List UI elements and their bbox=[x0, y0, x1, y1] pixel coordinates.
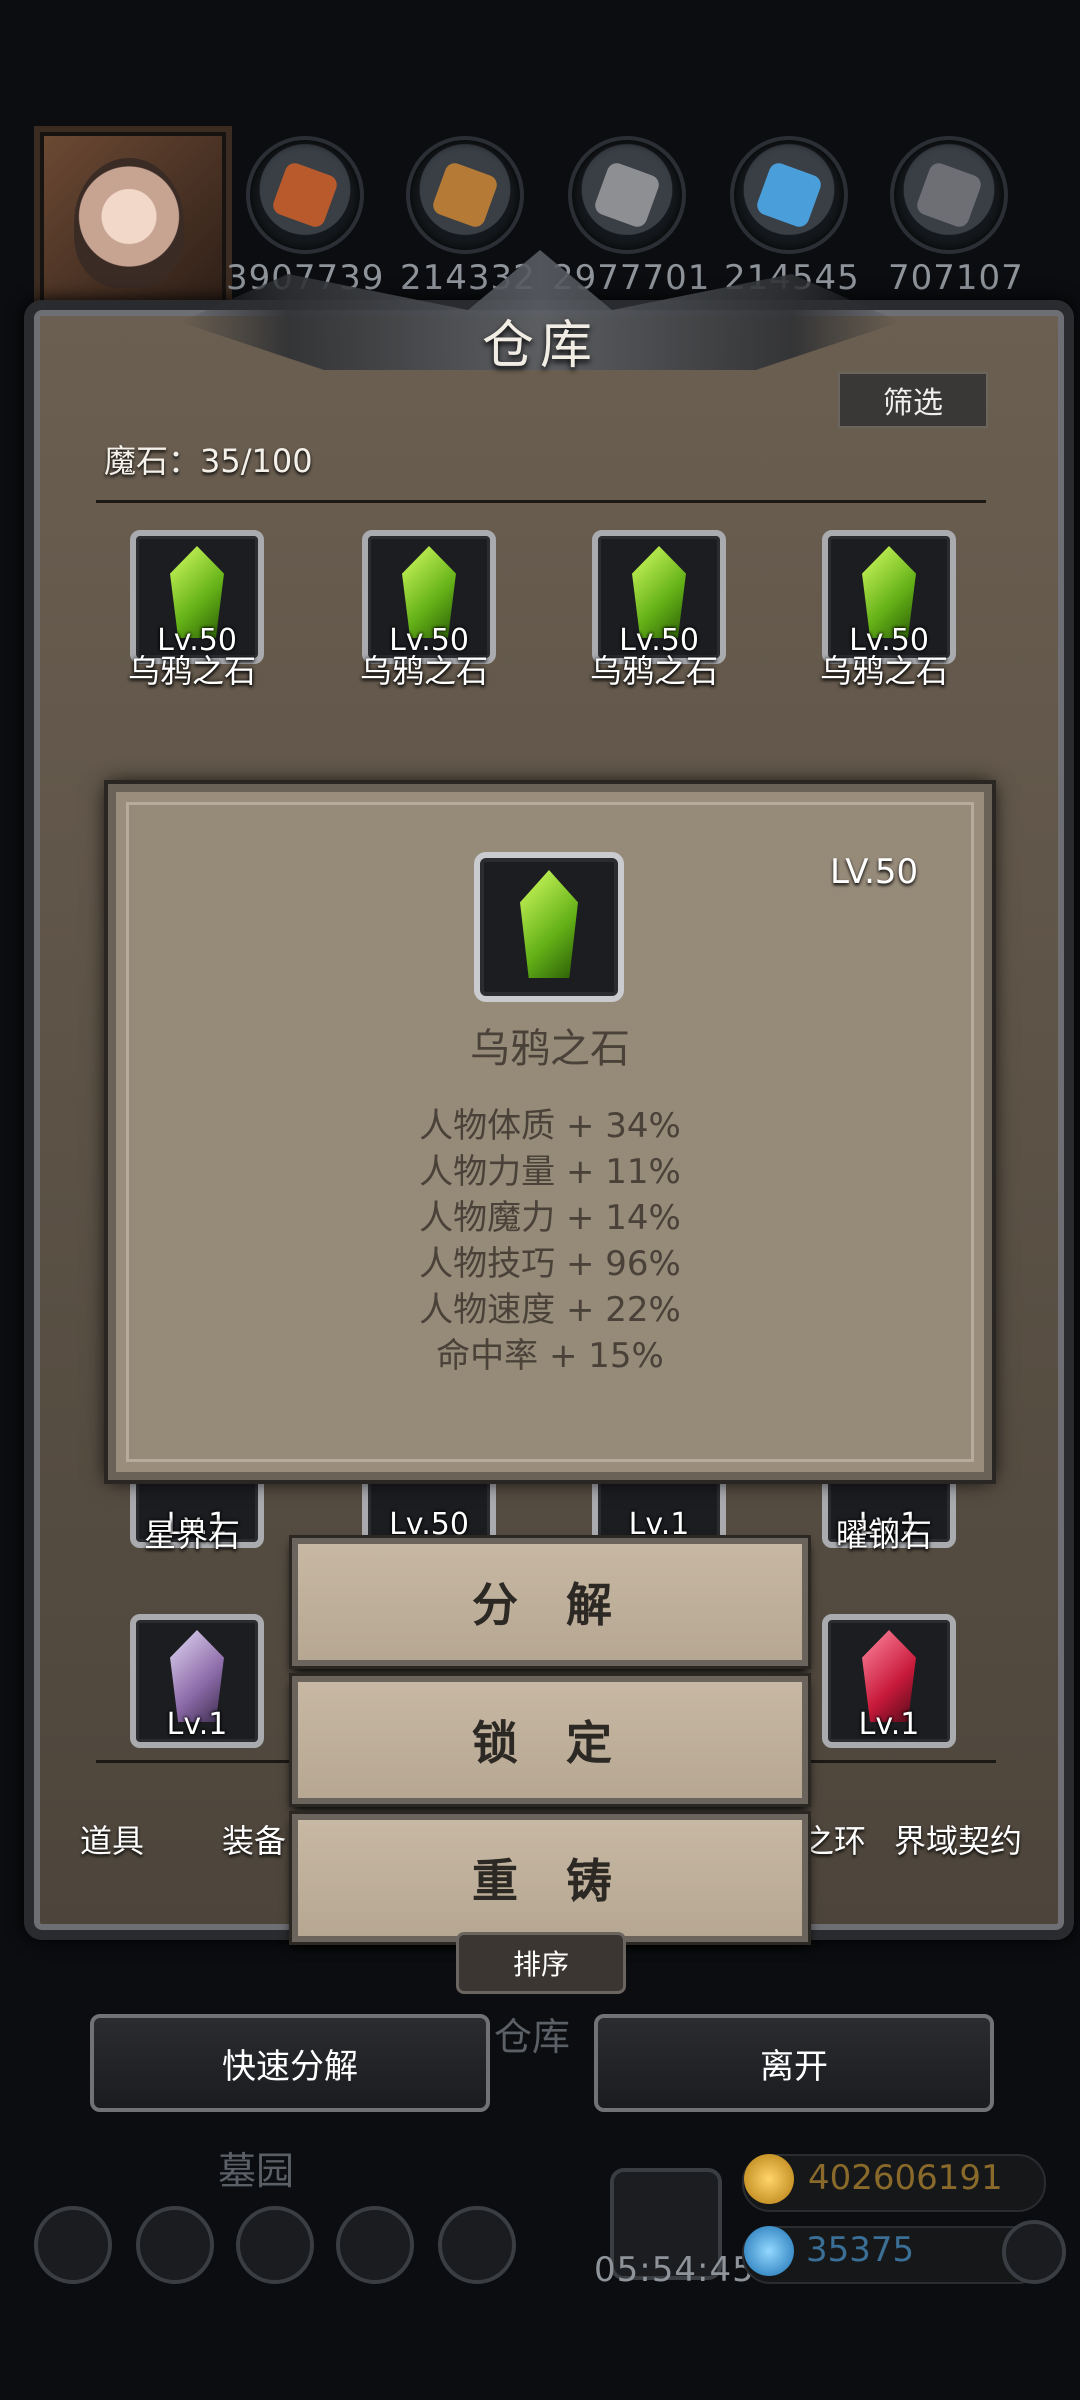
stat-line: 人物力量 + 11% bbox=[419, 1152, 681, 1192]
sort-button[interactable]: 排序 bbox=[456, 1932, 626, 1994]
filter-button[interactable]: 筛选 bbox=[838, 372, 988, 428]
reforge-button[interactable]: 重 铸 bbox=[292, 1814, 808, 1942]
steel-icon bbox=[890, 136, 1008, 254]
graveyard-label: 墓园 bbox=[218, 2149, 295, 2193]
divider bbox=[96, 500, 986, 503]
grid-item[interactable]: Lv.50 bbox=[130, 530, 264, 664]
tab-items[interactable]: 道具 bbox=[80, 1816, 144, 1862]
magic-stone-count: 魔石：35/100 bbox=[104, 442, 313, 480]
stat-line: 人物体质 + 34% bbox=[419, 1106, 681, 1146]
tab-domain-contract[interactable]: 界域契约 bbox=[894, 1816, 1022, 1862]
item-icon bbox=[474, 852, 624, 1002]
gold-value: 402606191 bbox=[808, 2158, 1003, 2198]
wood-icon bbox=[406, 136, 524, 254]
item-title: 乌鸦之石 bbox=[470, 1026, 630, 1072]
gem-icon bbox=[744, 2226, 794, 2276]
grid-item[interactable]: Lv.50 bbox=[362, 530, 496, 664]
stat-line: 人物魔力 + 14% bbox=[419, 1198, 681, 1238]
crystal-icon bbox=[730, 136, 848, 254]
timer: 05:54:45 bbox=[594, 2250, 755, 2290]
quick-decompose-button[interactable]: 快速分解 bbox=[90, 2014, 490, 2112]
stat-line: 命中率 + 15% bbox=[436, 1336, 664, 1376]
star-icon[interactable] bbox=[136, 2206, 214, 2284]
item-name: 乌鸦之石 bbox=[819, 652, 948, 690]
grid-item[interactable]: Lv.50 bbox=[822, 530, 956, 664]
steel-value: 707107 bbox=[888, 258, 1024, 298]
stat-line: 人物速度 + 22% bbox=[419, 1290, 681, 1330]
stat-line: 人物技巧 + 96% bbox=[419, 1244, 681, 1284]
tab-equipment[interactable]: 装备 bbox=[222, 1816, 286, 1862]
gold-coin-icon bbox=[744, 2154, 794, 2204]
grid-item[interactable]: Lv.1 bbox=[130, 1614, 264, 1748]
book-icon[interactable] bbox=[236, 2206, 314, 2284]
item-name: 乌鸦之石 bbox=[127, 652, 256, 690]
item-name: 乌鸦之石 bbox=[589, 652, 718, 690]
grid-item[interactable]: Lv.1 bbox=[822, 1614, 956, 1748]
item-name: 星界石 bbox=[143, 1516, 240, 1554]
lock-button[interactable]: 锁 定 bbox=[292, 1676, 808, 1804]
iron-ingot-icon bbox=[568, 136, 686, 254]
mail-icon[interactable] bbox=[336, 2206, 414, 2284]
background-warehouse-label: 仓库 bbox=[494, 2015, 571, 2059]
add-icon[interactable] bbox=[1002, 2220, 1066, 2284]
decompose-button[interactable]: 分 解 bbox=[292, 1538, 808, 1666]
badge-icon[interactable] bbox=[438, 2206, 516, 2284]
settings-icon[interactable] bbox=[34, 2206, 112, 2284]
page-title: 仓库 bbox=[481, 315, 598, 376]
leave-button[interactable]: 离开 bbox=[594, 2014, 994, 2112]
item-level: LV.50 bbox=[830, 852, 919, 892]
grid-item[interactable]: Lv.50 bbox=[592, 530, 726, 664]
player-avatar[interactable] bbox=[34, 126, 232, 324]
item-name: 乌鸦之石 bbox=[359, 652, 488, 690]
item-name: 曜钢石 bbox=[835, 1516, 932, 1554]
gem-value: 35375 bbox=[806, 2230, 915, 2270]
copper-ore-icon bbox=[246, 136, 364, 254]
tab-rings[interactable]: 之环 bbox=[802, 1816, 866, 1862]
